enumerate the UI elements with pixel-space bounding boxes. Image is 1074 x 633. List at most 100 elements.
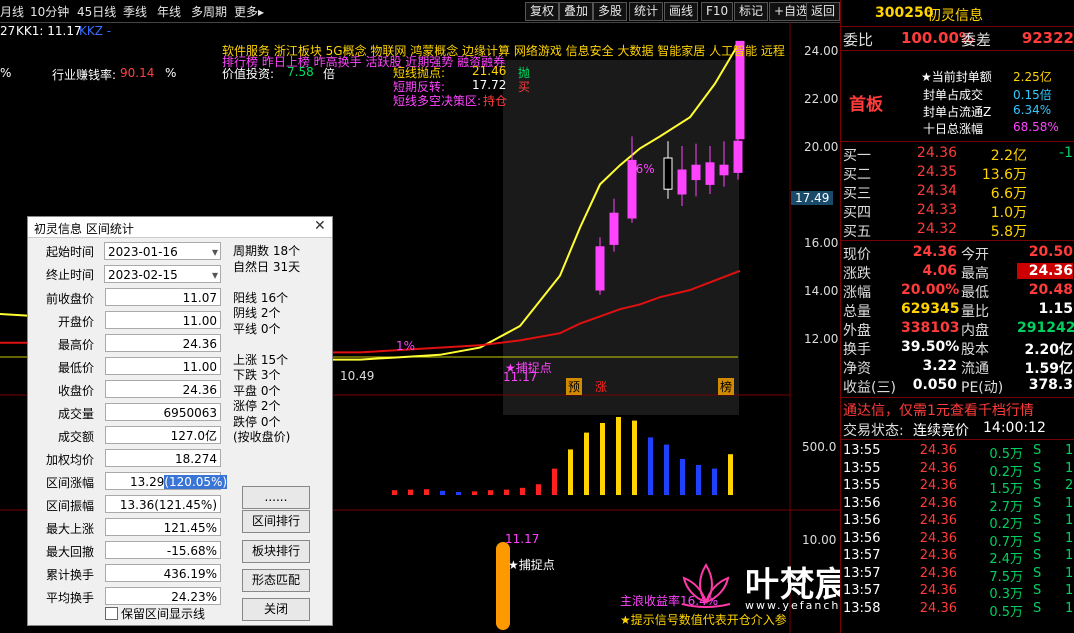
- quote-label: 涨跌: [843, 266, 871, 282]
- tab-yearly[interactable]: 年线: [157, 3, 181, 20]
- stat-line: 涨停 2个: [233, 399, 281, 413]
- keep-interval-checkbox[interactable]: [105, 607, 118, 620]
- tab-monthly[interactable]: 月线: [0, 3, 24, 20]
- tick-row: 13:57 24.36 7.5万 S 1: [841, 566, 1074, 585]
- end-time-picker[interactable]: 2023-02-15 ▾: [104, 265, 221, 283]
- tick-row: 13:56 24.36 0.2万 S 1: [841, 513, 1074, 532]
- quote-value: 291242: [1017, 320, 1074, 336]
- quote-label: 量比: [961, 304, 989, 320]
- quote-label: 流通: [961, 361, 989, 377]
- button-restore-rights[interactable]: 复权: [525, 2, 560, 21]
- volume-bar: [600, 423, 605, 495]
- tab-multi-period[interactable]: 多周期: [191, 3, 227, 20]
- header-prefix: 27: [0, 24, 16, 38]
- tick-row: 13:55 24.36 0.5万 S 1: [841, 443, 1074, 462]
- field-value-box: 121.45%: [105, 518, 221, 536]
- pattern-match-button[interactable]: 形态匹配: [242, 569, 310, 592]
- volume-bar: [632, 420, 637, 495]
- quote-value: 39.50%: [901, 339, 960, 355]
- button-multi-stock[interactable]: 多股: [593, 2, 628, 21]
- tick-time: 13:55: [843, 478, 881, 493]
- tab-45day[interactable]: 45日线: [77, 3, 116, 20]
- button-f10[interactable]: F10: [701, 2, 734, 21]
- order-book-row[interactable]: 买四 24.33 1.0万: [841, 202, 1074, 221]
- chevron-down-icon[interactable]: ▾: [212, 266, 218, 284]
- promo-text[interactable]: 通达信，仅需1元查看千档行情: [843, 400, 1034, 420]
- ten-day-value: 68.58%: [1013, 120, 1059, 134]
- field-value: 121.45%: [163, 521, 217, 535]
- tick-time: 13:55: [843, 460, 881, 476]
- order-price: 24.34: [916, 183, 957, 199]
- volume-bar: [472, 491, 477, 495]
- stat-line: 自然日 31天: [233, 259, 301, 274]
- order-level-label: 买二: [843, 167, 871, 183]
- seal-ratio-value: 0.15倍: [1013, 88, 1052, 102]
- volume-tick: 500.0: [802, 440, 837, 454]
- order-book-row[interactable]: 买三 24.34 6.6万: [841, 183, 1074, 202]
- interval-rank-button[interactable]: 区间排行: [242, 510, 310, 533]
- quote-row: 总量 629345 量比 1.15: [841, 301, 1074, 320]
- field-value: 6950063: [163, 406, 217, 420]
- volume-bar: [584, 432, 589, 495]
- more-button[interactable]: ......: [242, 486, 310, 509]
- quote-row: 净资 3.22 流通 1.59亿: [841, 358, 1074, 377]
- interval-stats-dialog[interactable]: 初灵信息 区间统计 ✕ 起始时间 2023-01-16 ▾ 终止时间 2023-…: [27, 216, 333, 626]
- field-value: 11.00: [182, 360, 217, 374]
- star-icon: ★: [921, 70, 932, 84]
- field-label: 开盘价: [57, 315, 94, 329]
- tick-price: 24.36: [919, 460, 957, 476]
- short-reversal-action: 买: [518, 80, 531, 94]
- catch-point-price: 11.17: [503, 370, 538, 384]
- button-back[interactable]: 返回: [806, 2, 841, 21]
- close-icon[interactable]: ✕: [314, 218, 326, 234]
- button-draw-line[interactable]: 画线: [664, 2, 699, 21]
- chevron-down-icon[interactable]: ▾: [212, 243, 218, 261]
- tick-side: S: [1033, 478, 1042, 493]
- tick-count: 1: [1065, 583, 1074, 598]
- sector-rank-button[interactable]: 板块排行: [242, 540, 310, 563]
- tick-volume: 0.2万: [989, 517, 1023, 532]
- volume-bar: [520, 487, 525, 495]
- order-level-label: 买三: [843, 186, 871, 202]
- close-button[interactable]: 关闭: [242, 598, 310, 621]
- bottom-catch-price: 11.17: [505, 532, 540, 546]
- quote-label: 收益(三): [843, 380, 896, 396]
- dialog-titlebar[interactable]: 初灵信息 区间统计 ✕: [28, 217, 332, 238]
- volume-bar: [680, 459, 685, 495]
- order-book-row[interactable]: 买五 24.32 5.8万: [841, 221, 1074, 240]
- field-value-box: -15.68%: [105, 541, 221, 559]
- tick-side: S: [1033, 513, 1042, 528]
- stat-line: 下跌 3个: [233, 368, 281, 382]
- field-value: 436.19%: [163, 567, 217, 581]
- seal-amount-value: 2.25亿: [1013, 70, 1052, 84]
- badge-yu: 预: [566, 378, 583, 395]
- order-book-row[interactable]: 买一 24.36 2.2亿 -1: [841, 145, 1074, 164]
- quote-value: 338103: [901, 320, 960, 336]
- quote-label: 今开: [961, 247, 989, 263]
- tick-time: 13:57: [843, 548, 881, 563]
- tick-time: 13:58: [843, 600, 881, 616]
- tick-time: 13:56: [843, 513, 881, 528]
- volume-bar: [616, 417, 621, 495]
- start-time-picker[interactable]: 2023-01-16 ▾: [104, 242, 221, 260]
- quote-value: 24.36: [1017, 263, 1073, 279]
- quote-value: 1.59亿: [1024, 361, 1073, 377]
- value-investment-label: 价值投资:: [222, 67, 275, 81]
- order-book-row[interactable]: 买二 24.35 13.6万: [841, 164, 1074, 183]
- button-overlay[interactable]: 叠加: [559, 2, 594, 21]
- webi-label: 委比: [843, 31, 874, 49]
- tab-more[interactable]: 更多▸: [234, 3, 264, 20]
- order-price: 24.33: [916, 202, 957, 218]
- tab-10min[interactable]: 10分钟: [30, 3, 69, 20]
- button-statistics[interactable]: 统计: [629, 2, 664, 21]
- field-label: 区间涨幅: [45, 476, 94, 490]
- tab-quarterly[interactable]: 季线: [123, 3, 147, 20]
- button-mark[interactable]: 标记: [734, 2, 769, 21]
- tick-price: 24.36: [919, 600, 957, 616]
- order-volume: 5.8万: [990, 224, 1027, 240]
- tick-volume: 7.5万: [989, 569, 1023, 585]
- tick-volume: 0.7万: [989, 534, 1023, 550]
- quote-value: 2.20亿: [1024, 342, 1073, 358]
- volume-bar: [664, 444, 669, 495]
- order-volume: 13.6万: [981, 167, 1027, 183]
